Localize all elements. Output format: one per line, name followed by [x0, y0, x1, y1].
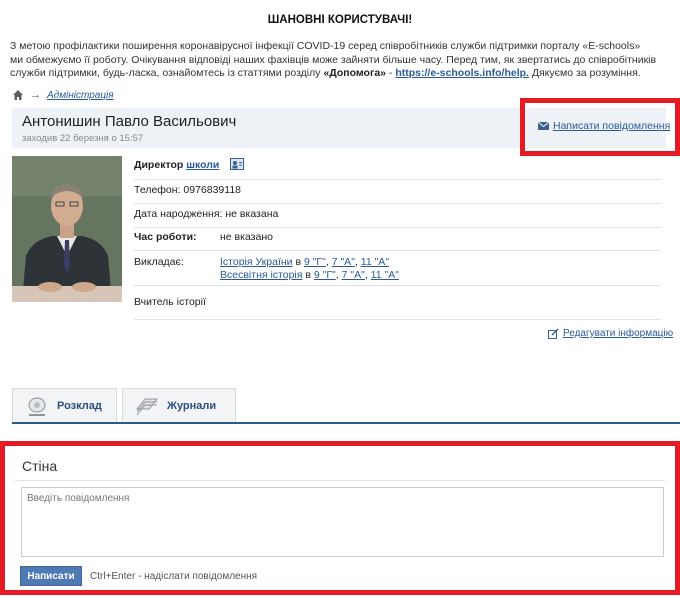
tab-journals-label: Журнали — [167, 399, 217, 412]
wall-send-button[interactable]: Написати — [20, 566, 82, 586]
send-hint: Ctrl+Enter - надіслати повідомлення — [90, 571, 258, 582]
wall-message-input[interactable] — [21, 487, 664, 557]
position: Вчитель історії — [134, 296, 206, 308]
help-link[interactable]: https://e-schools.info/help. — [395, 67, 529, 79]
last-visit: заходив 22 березня о 15:57 — [22, 133, 144, 144]
subject-link[interactable]: Всесвітня історія — [220, 269, 302, 281]
tabs-divider — [12, 422, 680, 424]
edit-info-link[interactable]: Редагувати інформацію — [548, 328, 673, 339]
help-section-name: «Допомога» — [323, 67, 387, 79]
class-link[interactable]: 9 "Г" — [314, 269, 336, 281]
notice-title: ШАНОВНІ КОРИСТУВАЧІ! — [267, 14, 413, 26]
notice-line-3: служби підтримки, будь-ласка, ознайомтес… — [10, 67, 324, 79]
work-hours-value: не вказано — [220, 231, 273, 243]
position-row: Вчитель історії — [134, 296, 661, 320]
birthday-row: Дата народження: не вказана — [134, 208, 661, 228]
wall-divider — [15, 480, 665, 481]
notice-line-1: З метою профілактики поширення коронавір… — [10, 40, 641, 52]
class-link[interactable]: 7 "А" — [332, 256, 355, 268]
tab-schedule[interactable]: Розклад — [12, 388, 117, 422]
role-label: Директор — [134, 159, 184, 171]
contact-card-icon[interactable] — [230, 158, 245, 170]
phone: Телефон: 0976839118 — [134, 184, 242, 196]
schedule-icon — [28, 397, 46, 416]
school-link[interactable]: школи — [186, 159, 219, 171]
profile-photo — [12, 156, 122, 302]
breadcrumb-item-administration[interactable]: Адміністрація — [47, 90, 114, 101]
breadcrumb-arrow-icon: → — [30, 89, 41, 101]
teaches-list: Історія України в 9 "Г", 7 "А", 11 "А" В… — [220, 256, 399, 281]
journal-icon — [135, 398, 159, 415]
edit-info-label: Редагувати інформацію — [563, 328, 674, 339]
class-link[interactable]: 11 "А" — [361, 256, 389, 268]
tab-schedule-label: Розклад — [57, 399, 102, 412]
notice-line-2: ми обмежуємо її роботу. Очікування відпо… — [10, 53, 657, 66]
breadcrumb: → Адміністрація — [12, 88, 114, 102]
class-link[interactable]: 11 "А" — [371, 269, 399, 281]
notice-text: З метою профілактики поширення коронавір… — [10, 40, 657, 79]
teaches-label: Викладає: — [134, 256, 184, 268]
teaches-row: Викладає: Історія України в 9 "Г", 7 "А"… — [134, 254, 661, 286]
home-icon[interactable] — [12, 89, 24, 101]
birthday: Дата народження: не вказана — [134, 208, 279, 220]
profile-name: Антонишин Павло Васильович — [22, 113, 237, 130]
work-hours-label: Час роботи: — [134, 231, 197, 243]
subject-link[interactable]: Історія України — [220, 256, 293, 268]
work-hours-row: Час роботи: не вказано — [134, 231, 661, 251]
class-link[interactable]: 9 "Г" — [304, 256, 326, 268]
highlight-box-message — [520, 98, 680, 156]
wall-title: Стіна — [22, 458, 58, 474]
phone-row: Телефон: 0976839118 — [134, 184, 661, 204]
class-link[interactable]: 7 "А" — [342, 269, 365, 281]
role-row: Директор школи — [134, 158, 661, 180]
edit-icon — [548, 328, 559, 339]
tab-journals[interactable]: Журнали — [122, 388, 236, 422]
